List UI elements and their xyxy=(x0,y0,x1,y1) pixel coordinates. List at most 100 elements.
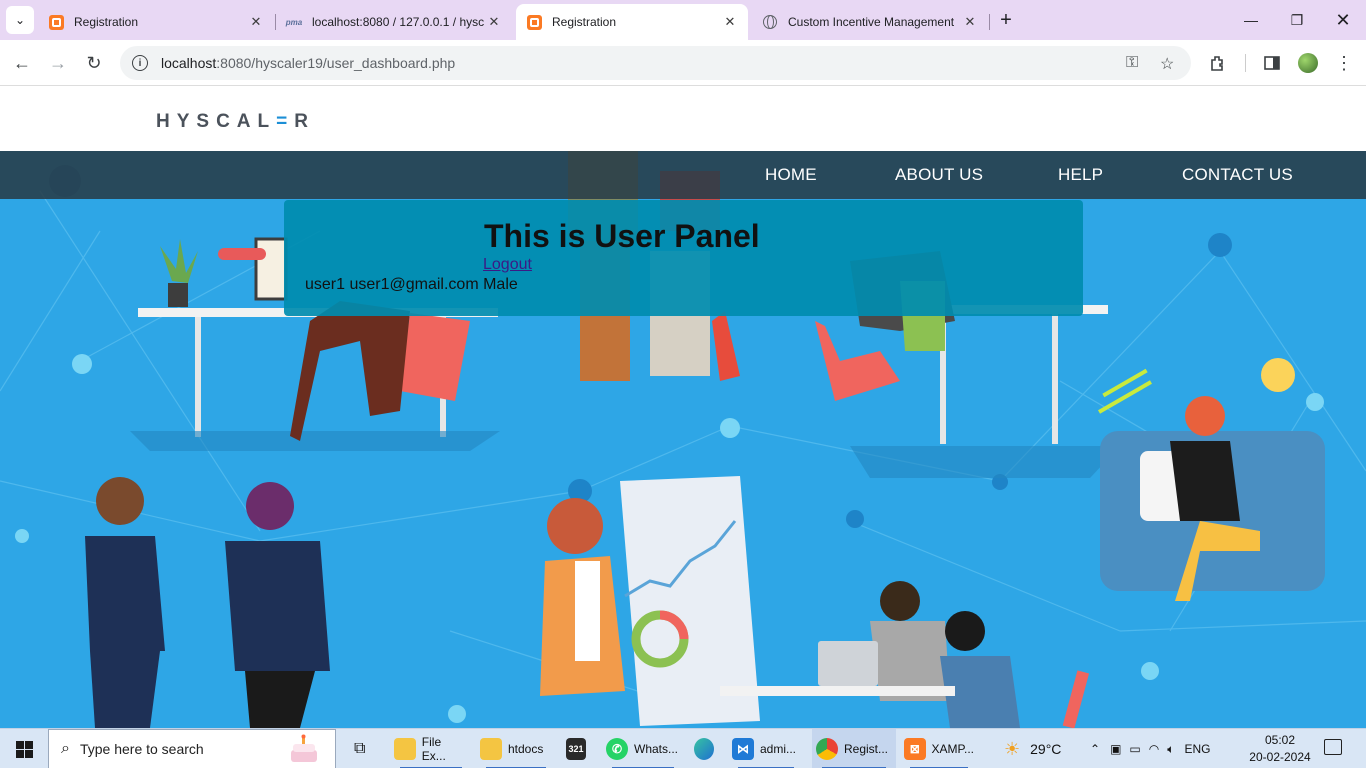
wifi-icon[interactable]: ◠ xyxy=(1149,742,1159,756)
panel-title: This is User Panel xyxy=(484,218,760,254)
taskbar-app-file-explorer[interactable]: File Ex... xyxy=(390,729,472,768)
clock-date: 20-02-2024 xyxy=(1249,750,1311,764)
browser-tab-strip: ⌄ Registration ✕ pma localhost:8080 / 12… xyxy=(0,0,1366,40)
user-panel: This is User Panel Logout user1 user1@gm… xyxy=(284,200,1083,316)
taskbar-app-label: XAMP... xyxy=(931,742,974,756)
close-icon[interactable]: ✕ xyxy=(486,14,502,30)
page-viewport: HYSCAL=R HOME ABOUT US HELP CONTACT US T… xyxy=(0,87,1366,728)
nav-home[interactable]: HOME xyxy=(765,165,817,185)
taskbar-app-calendar[interactable]: 321 xyxy=(562,729,596,768)
taskbar-app-edge[interactable] xyxy=(690,729,724,768)
taskbar-app-label: File Ex... xyxy=(421,735,446,763)
weather-temp: 29°C xyxy=(1030,741,1062,757)
profile-avatar[interactable] xyxy=(1298,53,1318,73)
search-placeholder: Type here to search xyxy=(79,741,204,757)
windows-icon xyxy=(15,740,33,758)
search-icon: ⌕ xyxy=(61,740,70,757)
site-logo[interactable]: HYSCAL=R xyxy=(156,111,315,133)
notification-icon[interactable] xyxy=(1324,739,1342,755)
browser-toolbar: ← → ↻ i localhost:8080/hyscaler19/user_d… xyxy=(0,40,1366,86)
taskbar-app-label: Whats... xyxy=(634,742,679,756)
taskbar-app-whatsapp[interactable]: ✆ Whats... xyxy=(602,729,684,768)
folder-icon xyxy=(480,738,502,760)
file-explorer-icon xyxy=(394,738,416,760)
tab-title: Custom Incentive Management xyxy=(788,15,955,29)
taskbar-app-label: htdocs xyxy=(508,742,544,756)
tab-phpmyadmin[interactable]: pma localhost:8080 / 127.0.0.1 / hysc ✕ xyxy=(276,4,512,40)
taskbar-app-label: admi... xyxy=(760,742,797,756)
minimize-button[interactable]: — xyxy=(1228,0,1274,40)
chevron-up-icon[interactable]: ⌃ xyxy=(1090,742,1100,756)
taskbar-search[interactable]: ⌕ Type here to search xyxy=(48,729,336,768)
address-bar[interactable]: i localhost:8080/hyscaler19/user_dashboa… xyxy=(120,46,1191,80)
meet-now-icon[interactable]: ▣ xyxy=(1110,742,1121,756)
url-text[interactable]: localhost:8080/hyscaler19/user_dashboard… xyxy=(161,55,455,71)
volume-icon[interactable]: 🔈︎ xyxy=(1167,742,1174,757)
weather-sun-icon: ☀ xyxy=(1004,738,1021,759)
star-icon[interactable]: ☆ xyxy=(1160,54,1174,74)
restore-icon: ❐ xyxy=(1290,11,1304,28)
more-menu-icon[interactable]: ⋮ xyxy=(1332,51,1356,75)
restore-button[interactable]: ❐ xyxy=(1274,0,1320,40)
xampp-icon xyxy=(526,14,542,30)
close-icon: ✕ xyxy=(1335,9,1351,30)
user-details: user1 user1@gmail.com Male xyxy=(305,276,518,293)
language-indicator[interactable]: ENG xyxy=(1184,742,1210,756)
tab-custom-incentive[interactable]: Custom Incentive Management ✕ xyxy=(752,4,988,40)
side-panel-icon[interactable] xyxy=(1260,51,1284,75)
taskbar-app-htdocs[interactable]: htdocs xyxy=(476,729,556,768)
toolbar-divider xyxy=(1245,54,1246,72)
extensions-icon[interactable] xyxy=(1206,51,1230,75)
tab-search-button[interactable]: ⌄ xyxy=(6,6,34,34)
nav-about-us[interactable]: ABOUT US xyxy=(895,165,983,185)
calendar-app-icon: 321 xyxy=(566,738,586,760)
birthday-cake-icon xyxy=(291,734,317,762)
logo-text: HYSCAL xyxy=(156,111,277,132)
taskbar-app-xampp[interactable]: ⊠ XAMP... xyxy=(900,729,978,768)
reload-button[interactable]: ↻ xyxy=(80,49,108,77)
url-host: localhost xyxy=(161,55,217,71)
tab-registration-active[interactable]: Registration ✕ xyxy=(516,4,748,40)
nav-contact-us[interactable]: CONTACT US xyxy=(1182,165,1293,185)
taskbar-app-label: Regist... xyxy=(844,742,889,756)
taskbar-app-chrome[interactable]: Regist... xyxy=(812,729,896,768)
system-tray: ⌃ ▣ ▭ ◠ 🔈︎ ENG xyxy=(1090,729,1210,768)
edge-icon xyxy=(694,738,714,760)
weather-widget[interactable]: ☀ 29°C xyxy=(1004,729,1061,768)
taskbar-clock[interactable]: 05:02 20-02-2024 xyxy=(1246,732,1314,766)
task-view-icon: ⧉ xyxy=(354,740,366,757)
clock-time: 05:02 xyxy=(1264,733,1296,747)
back-button[interactable]: ← xyxy=(8,49,36,77)
logo-text-end: R xyxy=(294,111,315,132)
key-icon[interactable]: ⚿ xyxy=(1126,54,1138,72)
logout-link[interactable]: Logout xyxy=(483,256,532,274)
plus-icon: + xyxy=(1000,9,1012,31)
forward-button[interactable]: → xyxy=(44,49,72,77)
close-window-button[interactable]: ✕ xyxy=(1320,0,1366,40)
close-icon[interactable]: ✕ xyxy=(722,14,738,30)
whatsapp-icon: ✆ xyxy=(606,738,628,760)
reload-icon: ↻ xyxy=(86,52,102,73)
start-button[interactable] xyxy=(0,729,48,768)
taskbar-app-vscode[interactable]: ⋈ admi... xyxy=(728,729,804,768)
tab-divider xyxy=(989,14,990,30)
url-path: :8080/hyscaler19/user_dashboard.php xyxy=(216,55,456,71)
battery-icon[interactable]: ▭ xyxy=(1129,742,1140,756)
site-header: HYSCAL=R xyxy=(0,87,1366,151)
chevron-down-icon: ⌄ xyxy=(14,13,26,27)
windows-taskbar: ⌕ Type here to search ⧉ File Ex... htdoc… xyxy=(0,728,1366,768)
arrow-left-icon: ← xyxy=(13,52,31,73)
task-view-button[interactable]: ⧉ xyxy=(350,729,374,768)
site-info-icon[interactable]: i xyxy=(132,55,148,71)
main-navbar: HOME ABOUT US HELP CONTACT US xyxy=(0,151,1366,199)
xampp-icon: ⊠ xyxy=(904,738,926,760)
xampp-icon xyxy=(48,14,64,30)
close-icon[interactable]: ✕ xyxy=(962,14,978,30)
close-icon[interactable]: ✕ xyxy=(248,14,264,30)
vscode-icon: ⋈ xyxy=(732,738,754,760)
tab-registration-1[interactable]: Registration ✕ xyxy=(38,4,274,40)
tab-title: Registration xyxy=(74,15,139,29)
minimize-icon: — xyxy=(1244,12,1258,28)
new-tab-button[interactable]: + xyxy=(993,8,1019,34)
nav-help[interactable]: HELP xyxy=(1058,165,1103,185)
